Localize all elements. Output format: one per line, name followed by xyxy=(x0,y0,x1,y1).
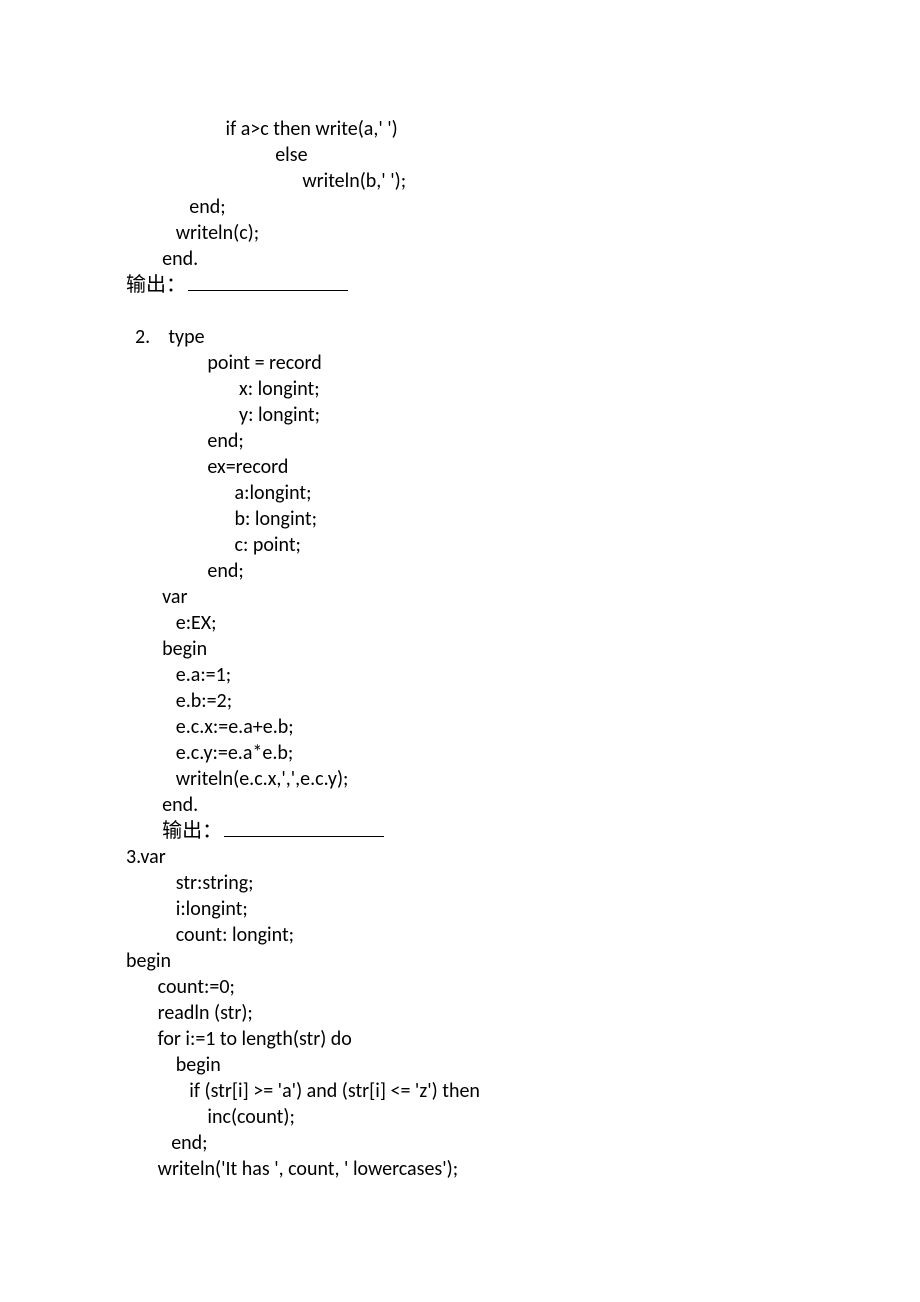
output-label: 输出： xyxy=(162,820,222,842)
indent xyxy=(126,819,162,843)
code-line: end. xyxy=(126,792,860,818)
code-line: begin xyxy=(126,1052,860,1078)
code-line: b: longint; xyxy=(126,506,860,532)
output-prompt-line: 输出： xyxy=(126,272,860,298)
code-line: ex=record xyxy=(126,454,860,480)
code-line: end; xyxy=(126,428,860,454)
fill-blank[interactable] xyxy=(224,836,384,837)
code-line: e.c.y:=e.a*e.b; xyxy=(126,740,860,766)
output-label: 输出： xyxy=(126,274,186,296)
code-line: point = record xyxy=(126,350,860,376)
output-prompt-line: 输出： xyxy=(126,818,860,844)
code-line: end; xyxy=(126,558,860,584)
code-line: begin xyxy=(126,948,860,974)
code-line: writeln(e.c.x,',',e.c.y); xyxy=(126,766,860,792)
code-line: if a>c then write(a,' ') xyxy=(126,116,860,142)
blank-line xyxy=(126,298,860,324)
code-line: e.c.x:=e.a+e.b; xyxy=(126,714,860,740)
code-line: end. xyxy=(126,246,860,272)
code-line: else xyxy=(126,142,860,168)
code-line: 3.var xyxy=(126,844,860,870)
code-line: 2. type xyxy=(126,324,860,350)
fill-blank[interactable] xyxy=(188,290,348,291)
code-line: x: longint; xyxy=(126,376,860,402)
code-line: writeln(b,' '); xyxy=(126,168,860,194)
code-line: count: longint; xyxy=(126,922,860,948)
code-line: inc(count); xyxy=(126,1104,860,1130)
code-line: readln (str); xyxy=(126,1000,860,1026)
code-line: i:longint; xyxy=(126,896,860,922)
document-page: if a>c then write(a,' ') else writeln(b,… xyxy=(0,0,920,1302)
code-line: a:longint; xyxy=(126,480,860,506)
code-line: c: point; xyxy=(126,532,860,558)
code-line: begin xyxy=(126,636,860,662)
code-line: writeln('It has ', count, ' lowercases')… xyxy=(126,1156,860,1182)
code-line: writeln(c); xyxy=(126,220,860,246)
code-line: e:EX; xyxy=(126,610,860,636)
code-line: for i:=1 to length(str) do xyxy=(126,1026,860,1052)
code-line: if (str[i] >= 'a') and (str[i] <= 'z') t… xyxy=(126,1078,860,1104)
code-line: var xyxy=(126,584,860,610)
code-line: e.a:=1; xyxy=(126,662,860,688)
code-line: end; xyxy=(126,1130,860,1156)
code-line: y: longint; xyxy=(126,402,860,428)
code-line: e.b:=2; xyxy=(126,688,860,714)
code-line: end; xyxy=(126,194,860,220)
code-line: count:=0; xyxy=(126,974,860,1000)
code-line: str:string; xyxy=(126,870,860,896)
